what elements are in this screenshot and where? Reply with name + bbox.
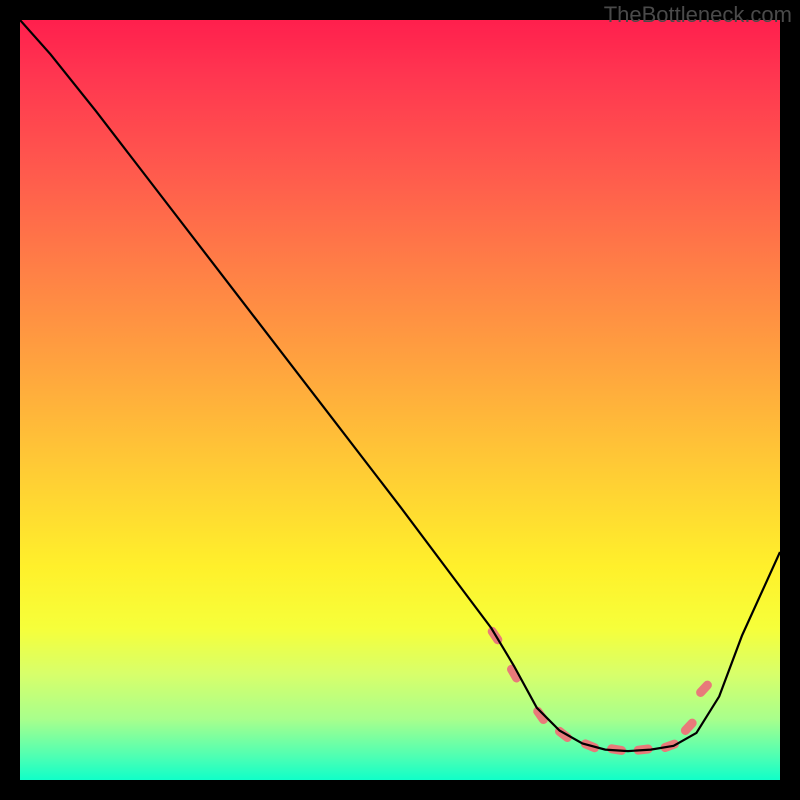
attribution-label: TheBottleneck.com bbox=[604, 2, 792, 28]
chart-svg bbox=[20, 20, 780, 780]
chart-marker bbox=[694, 679, 713, 699]
chart-marker bbox=[531, 705, 549, 726]
chart-marker-group bbox=[486, 625, 714, 755]
chart-plot-area bbox=[20, 20, 780, 780]
chart-main-curve bbox=[20, 20, 780, 751]
